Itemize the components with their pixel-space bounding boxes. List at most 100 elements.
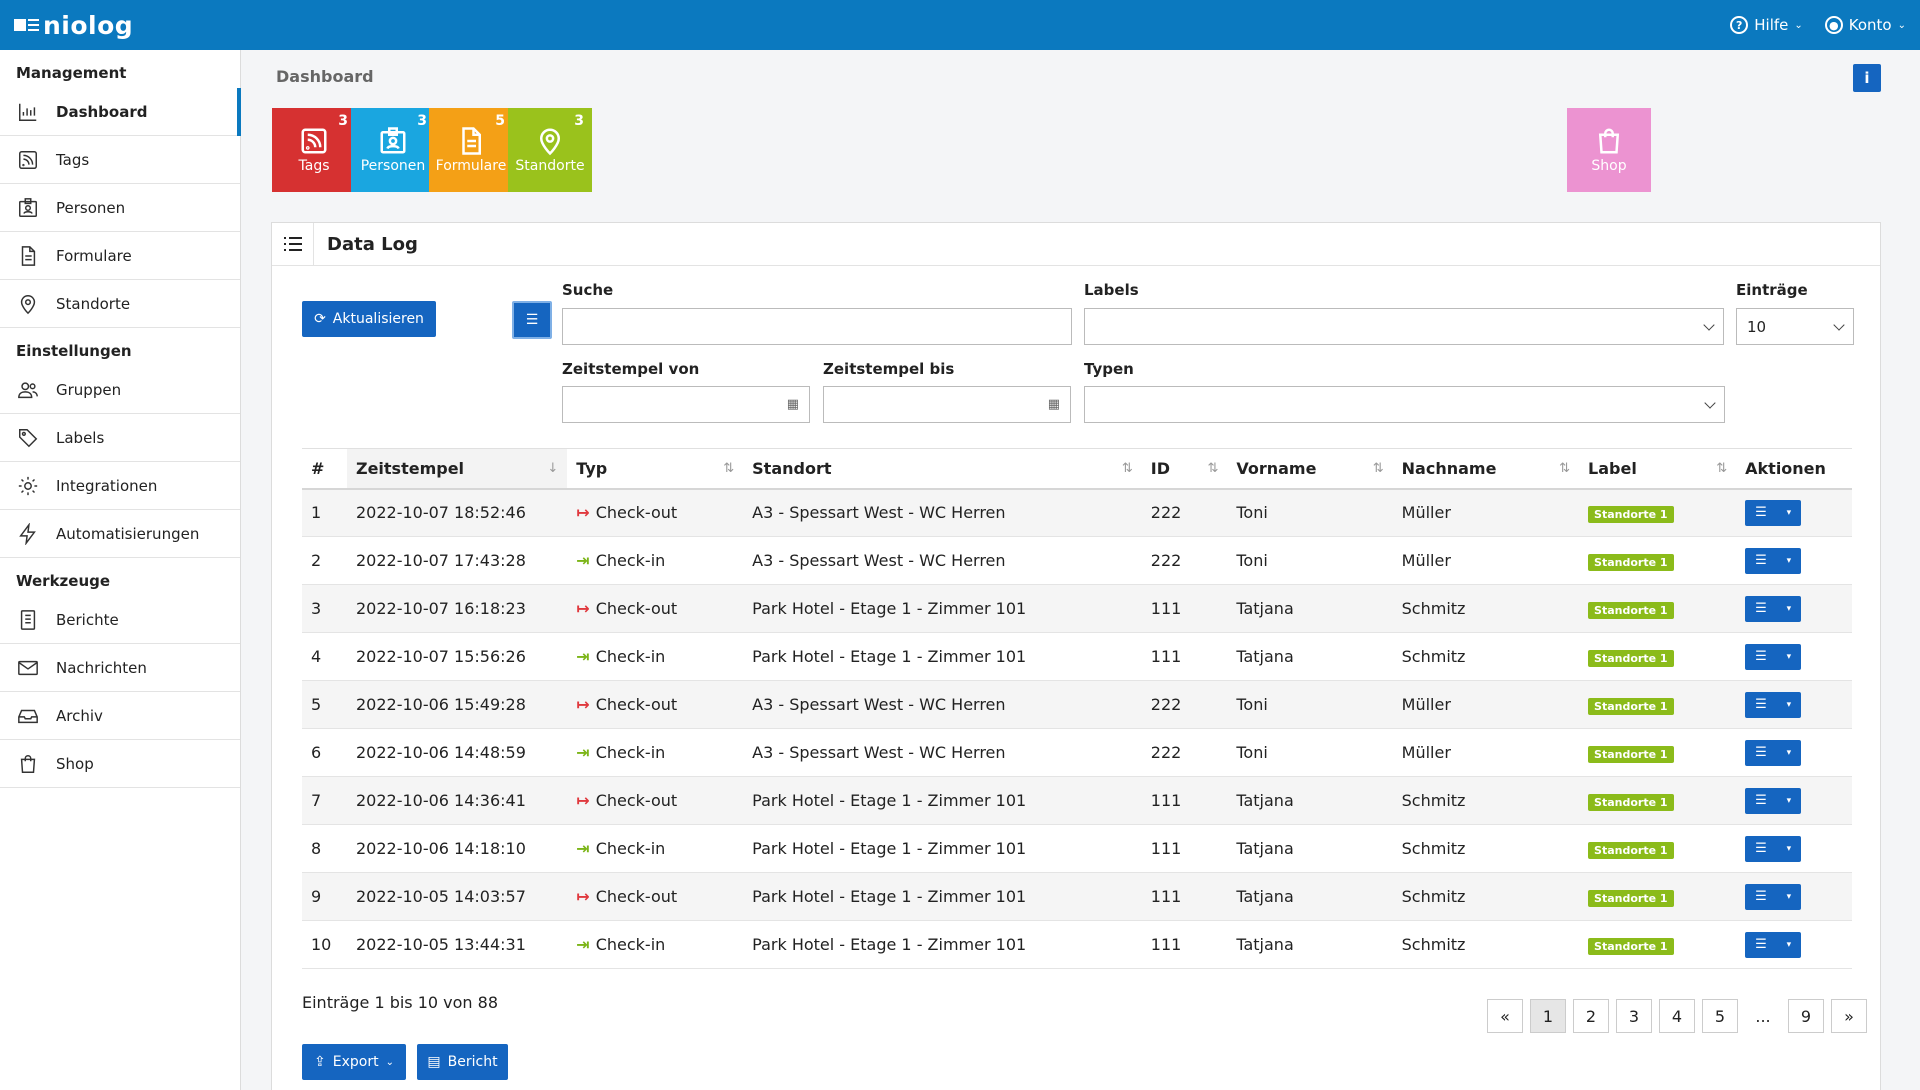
id-cell: 222 <box>1141 728 1228 777</box>
sidebar-item-gruppen[interactable]: Gruppen <box>0 366 240 414</box>
label-badge[interactable]: Standorte 1 <box>1588 889 1674 907</box>
location-cell: Park Hotel - Etage 1 - Zimmer 101 <box>743 632 1142 681</box>
location-cell: A3 - Spessart West - WC Herren <box>743 680 1142 729</box>
sidebar-item-tags[interactable]: Tags <box>0 136 240 184</box>
row-actions-button[interactable]: ☰ ▾ <box>1745 787 1802 814</box>
map-pin-icon <box>16 292 40 316</box>
label-badge[interactable]: Standorte 1 <box>1588 745 1674 763</box>
calendar-icon[interactable]: ▦ <box>1048 397 1060 412</box>
entries-select[interactable]: 10 <box>1736 308 1854 345</box>
label-badge[interactable]: Standorte 1 <box>1588 937 1674 955</box>
table-row: 7 2022-10-06 14:36:41 ↦ Check-out Park Ho… <box>302 776 1852 825</box>
calendar-icon[interactable]: ▦ <box>787 397 799 412</box>
timestamp-cell: 2022-10-07 18:52:46 <box>346 488 568 537</box>
label-cell: Standorte 1 <box>1579 584 1737 633</box>
search-input[interactable] <box>562 308 1072 345</box>
sidebar-item-standorte[interactable]: Standorte <box>0 280 240 328</box>
column-header[interactable]: Vorname ⇅ <box>1227 448 1393 490</box>
chevron-down-icon <box>1704 396 1716 409</box>
column-header[interactable]: Typ ⇅ <box>567 448 744 490</box>
actions-cell: ☰ ▾ <box>1736 824 1852 873</box>
label-badge[interactable]: Standorte 1 <box>1588 505 1674 523</box>
list-icon[interactable] <box>272 222 314 266</box>
logo[interactable]: niolog <box>14 11 133 40</box>
tile-label: Standorte <box>515 158 585 174</box>
page-button[interactable]: 4 <box>1659 999 1695 1033</box>
tile-tags[interactable]: 3 Tags <box>272 108 356 192</box>
type-cell: ↦ Check-out <box>567 776 744 825</box>
menu-icon: ☰ <box>1755 601 1767 616</box>
label-badge[interactable]: Standorte 1 <box>1588 553 1674 571</box>
row-actions-button[interactable]: ☰ ▾ <box>1745 643 1802 670</box>
row-actions-button[interactable]: ☰ ▾ <box>1745 595 1802 622</box>
page-button[interactable]: 2 <box>1573 999 1609 1033</box>
label-badge[interactable]: Standorte 1 <box>1588 697 1674 715</box>
timestamp-from-input[interactable]: ▦ <box>562 386 810 423</box>
tile-formulare[interactable]: 5 Formulare <box>429 108 513 192</box>
sidebar-item-label: Berichte <box>56 610 119 629</box>
bag-icon <box>1598 128 1620 154</box>
sidebar-item-labels[interactable]: Labels <box>0 414 240 462</box>
row-actions-button[interactable]: ☰ ▾ <box>1745 499 1802 526</box>
export-button[interactable]: ⇪ Export ⌄ <box>302 1044 406 1080</box>
sidebar-item-formulare[interactable]: Formulare <box>0 232 240 280</box>
sidebar-item-shop[interactable]: Shop <box>0 740 240 788</box>
tile-personen[interactable]: 3 Personen <box>351 108 435 192</box>
label-badge[interactable]: Standorte 1 <box>1588 793 1674 811</box>
tile-standorte[interactable]: 3 Standorte <box>508 108 592 192</box>
sidebar-item-berichte[interactable]: Berichte <box>0 596 240 644</box>
pagination: «1 2 3 4 5... 9» <box>1487 999 1867 1033</box>
report-button[interactable]: ▤ Bericht <box>417 1044 508 1080</box>
sidebar-item-archiv[interactable]: Archiv <box>0 692 240 740</box>
row-actions-button[interactable]: ☰ ▾ <box>1745 547 1802 574</box>
tile-shop[interactable]: Shop <box>1567 108 1651 192</box>
sidebar-item-label: Gruppen <box>56 380 122 399</box>
column-header[interactable]: Label ⇅ <box>1579 448 1737 490</box>
check-in-icon: ⇥ <box>576 647 590 666</box>
row-actions-button[interactable]: ☰ ▾ <box>1745 739 1802 766</box>
info-button[interactable]: i <box>1853 64 1881 92</box>
prev-page-button[interactable]: « <box>1487 999 1523 1033</box>
row-actions-button[interactable]: ☰ ▾ <box>1745 883 1802 910</box>
page-button[interactable]: 3 <box>1616 999 1652 1033</box>
lastname-cell: Müller <box>1392 488 1580 537</box>
sidebar-item-label: Personen <box>56 198 126 217</box>
help-menu[interactable]: ? Hilfe ⌄ <box>1730 16 1803 34</box>
labels-select[interactable] <box>1084 308 1724 345</box>
table-row: 1 2022-10-07 18:52:46 ↦ Check-out A3 - Sp… <box>302 488 1852 537</box>
row-actions-button[interactable]: ☰ ▾ <box>1745 691 1802 718</box>
page-button[interactable]: 1 <box>1530 999 1566 1033</box>
sidebar-item-automatisierungen[interactable]: Automatisierungen <box>0 510 240 558</box>
export-icon: ⇪ <box>314 1054 326 1070</box>
id-cell: 222 <box>1141 680 1228 729</box>
label-badge[interactable]: Standorte 1 <box>1588 649 1674 667</box>
label-badge[interactable]: Standorte 1 <box>1588 601 1674 619</box>
sidebar-item-personen[interactable]: Personen <box>0 184 240 232</box>
sidebar-item-label: Formulare <box>56 246 132 265</box>
column-header[interactable]: ID ⇅ <box>1141 448 1228 490</box>
column-header[interactable]: Nachname ⇅ <box>1392 448 1580 490</box>
timestamp-to-input[interactable]: ▦ <box>823 386 1071 423</box>
row-actions-button[interactable]: ☰ ▾ <box>1745 835 1802 862</box>
sidebar-item-nachrichten[interactable]: Nachrichten <box>0 644 240 692</box>
label-badge[interactable]: Standorte 1 <box>1588 841 1674 859</box>
row-actions-button[interactable]: ☰ ▾ <box>1745 931 1802 958</box>
types-select[interactable] <box>1084 386 1725 423</box>
table-row: 4 2022-10-07 15:56:26 ⇥ Check-in Park Hot… <box>302 632 1852 681</box>
lastname-cell: Schmitz <box>1392 872 1580 921</box>
page-button[interactable]: 9 <box>1788 999 1824 1033</box>
firstname-cell: Toni <box>1227 680 1393 729</box>
label-cell: Standorte 1 <box>1579 680 1737 729</box>
table-row: 3 2022-10-07 16:18:23 ↦ Check-out Park Ho… <box>302 584 1852 633</box>
next-page-button[interactable]: » <box>1831 999 1867 1033</box>
refresh-button[interactable]: ⟳ Aktualisieren <box>302 301 436 337</box>
page-button[interactable]: 5 <box>1702 999 1738 1033</box>
sidebar-item-dashboard[interactable]: Dashboard <box>0 88 241 136</box>
column-header[interactable]: Zeitstempel ↓ <box>346 448 568 490</box>
actions-cell: ☰ ▾ <box>1736 584 1852 633</box>
sidebar-item-integrationen[interactable]: Integrationen <box>0 462 240 510</box>
column-header[interactable]: Standort ⇅ <box>743 448 1142 490</box>
filter-toggle-button[interactable]: ☰ <box>512 301 552 339</box>
actions-cell: ☰ ▾ <box>1736 632 1852 681</box>
account-menu[interactable]: ● Konto ⌄ <box>1824 16 1906 34</box>
